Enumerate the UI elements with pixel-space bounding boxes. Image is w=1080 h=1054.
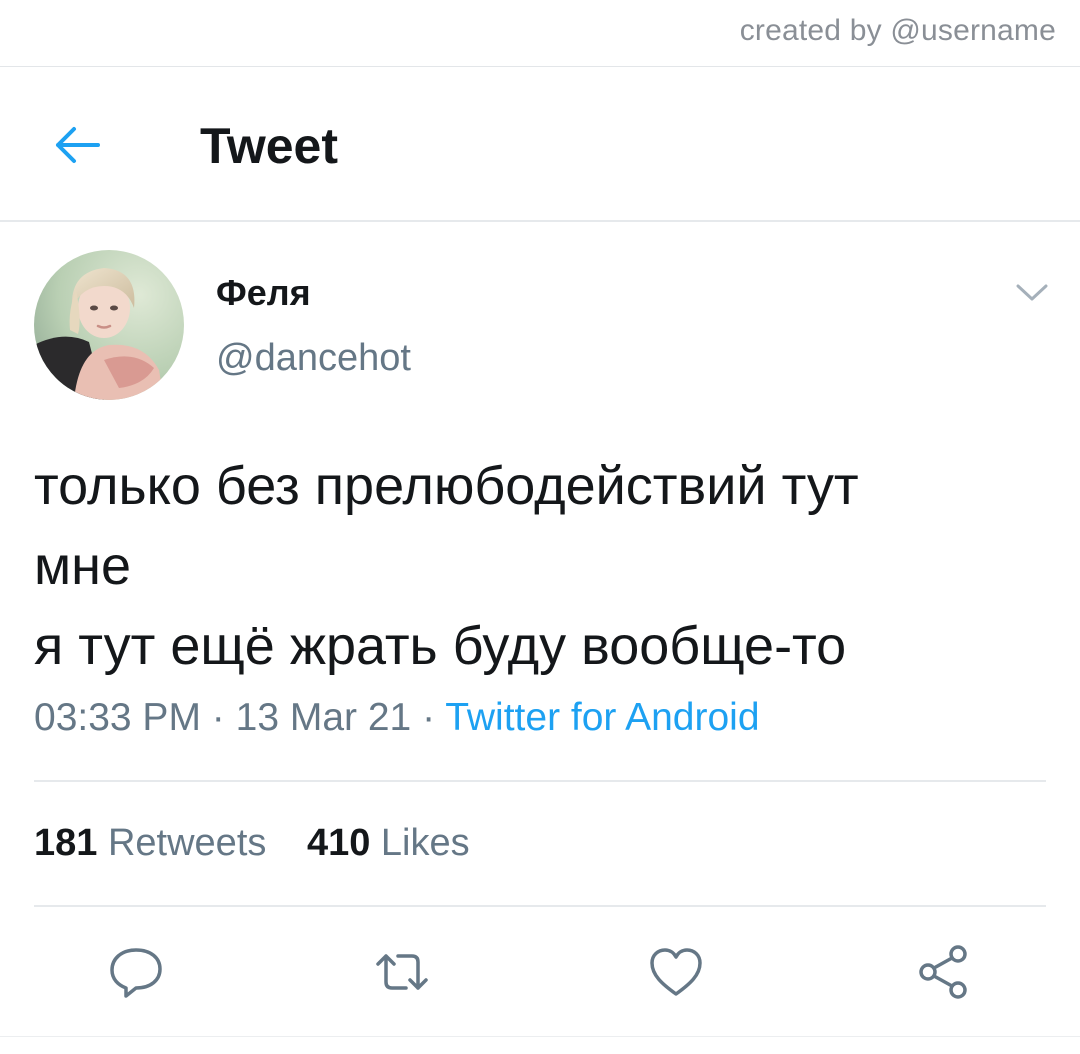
meta-separator: · — [211, 696, 225, 739]
back-button[interactable] — [48, 123, 104, 167]
action-bar — [0, 940, 1080, 1004]
avatar-image — [34, 250, 184, 400]
share-button[interactable] — [912, 940, 976, 1004]
heart-icon — [650, 948, 702, 996]
tweet-time: 03:33 PM — [34, 696, 201, 739]
avatar[interactable] — [34, 250, 184, 400]
app-header: Tweet — [0, 67, 1080, 221]
divider — [34, 905, 1046, 907]
likes-count: 410 — [306, 822, 371, 864]
reply-button[interactable] — [104, 940, 168, 1004]
chevron-down-icon — [1016, 284, 1048, 301]
tweet-text-line: я тут ещё жрать буду вообще-то — [34, 616, 847, 676]
share-icon — [919, 945, 967, 999]
tweet-text-line: мне — [34, 536, 131, 596]
tweet-source-link[interactable]: Twitter for Android — [445, 696, 759, 739]
likes-label: Likes — [380, 822, 470, 864]
tweet-detail-screen: created by @username Tweet Феля @danceho… — [0, 0, 1080, 1054]
author-display-name[interactable]: Феля — [216, 272, 311, 314]
like-button[interactable] — [644, 940, 708, 1004]
divider — [34, 780, 1046, 782]
tweet-text: только без прелюбодействий тут мне я тут… — [34, 446, 1044, 686]
retweets-label: Retweets — [107, 822, 267, 864]
header-divider — [0, 220, 1080, 222]
tweet-text-line: только без прелюбодействий тут — [34, 456, 859, 516]
bottom-divider — [0, 1036, 1080, 1037]
more-options-button[interactable] — [1010, 274, 1054, 310]
author-handle[interactable]: @dancehot — [216, 337, 411, 380]
tweet-date: 13 Mar 21 — [235, 696, 412, 739]
retweets-stat[interactable]: 181 Retweets — [34, 822, 277, 864]
tweet-metadata: 03:33 PM · 13 Mar 21 · Twitter for Andro… — [34, 696, 760, 740]
watermark: created by @username — [739, 14, 1056, 47]
retweet-button[interactable] — [370, 940, 434, 1004]
reply-icon — [110, 948, 162, 998]
likes-stat[interactable]: 410 Likes — [307, 822, 470, 864]
tweet-stats: 181 Retweets 410 Likes — [34, 822, 500, 865]
retweets-count: 181 — [34, 822, 98, 864]
retweet-icon — [376, 954, 428, 990]
page-title: Tweet — [200, 118, 338, 174]
arrow-left-icon — [56, 127, 100, 163]
meta-separator: · — [422, 696, 436, 739]
